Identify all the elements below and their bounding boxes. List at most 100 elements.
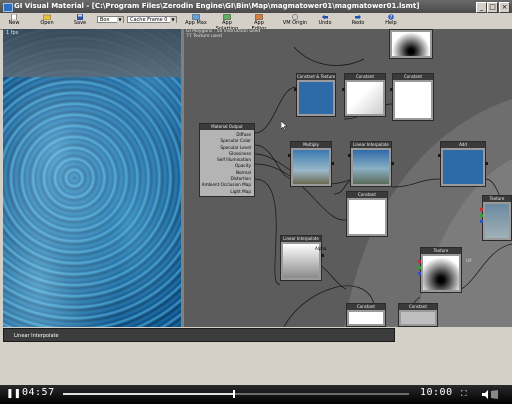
input-port[interactable] [480, 220, 483, 223]
help-label: Help [385, 20, 397, 26]
save-button[interactable]: Save [69, 14, 91, 26]
open-label: Open [40, 20, 54, 26]
fps-readout: 1 fps [6, 30, 19, 36]
node-title: Texture [483, 196, 511, 202]
pause-icon[interactable]: ❚❚ [6, 388, 21, 400]
vm-origin-button[interactable]: VM Origin [282, 14, 308, 26]
white-swatch [349, 312, 383, 324]
input-port[interactable] [288, 154, 291, 157]
blue-swatch [443, 150, 483, 184]
input-port[interactable] [294, 88, 297, 91]
input-port[interactable] [480, 214, 483, 217]
window-title: GI Visual Material - [C:\Program Files\Z… [14, 2, 420, 10]
app-max-button[interactable]: App Max [184, 14, 208, 26]
input-port[interactable] [418, 266, 421, 269]
selected-node-bar: Linear Interpolate [3, 328, 395, 342]
constant-node-5[interactable]: Constant [398, 303, 438, 327]
constant-node-4[interactable]: Constant [346, 303, 386, 327]
selected-node-label: Linear Interpolate [14, 333, 59, 339]
node-title: Constant [393, 74, 433, 80]
vm-origin-label: VM Origin [282, 20, 308, 26]
constant-texture-node[interactable]: Constant & Texture [294, 73, 336, 117]
multiply-node[interactable]: Multiply [288, 141, 334, 187]
node-title: Constant & Texture [297, 74, 335, 80]
shape-select-value: Box [100, 17, 110, 23]
open-button[interactable]: Open [36, 14, 58, 26]
input-ambient-occlusion: Ambient Occlusion Map [201, 182, 251, 188]
add-node[interactable]: Add [438, 141, 488, 187]
node-title: Linear Interpolate [281, 236, 321, 242]
cache-frame-select[interactable]: Cache Frame 0 ▼ [127, 16, 177, 23]
redo-label: Redo [351, 20, 365, 26]
material-graph-canvas[interactable]: GI Polygons : 50 Instruction used 77 Tex… [184, 29, 512, 327]
chevron-down-icon: ▼ [117, 17, 123, 23]
node-title: Constant [399, 304, 437, 310]
constant-node-2[interactable]: Constant [390, 73, 434, 121]
seek-handle[interactable] [233, 390, 236, 398]
blue-swatch [299, 82, 333, 114]
input-light-map: Light Map [230, 188, 251, 194]
texture-node-2[interactable]: Texture [480, 195, 512, 241]
gradient-preview [283, 244, 319, 278]
output-port[interactable] [485, 162, 488, 165]
minimize-button[interactable]: _ [476, 2, 487, 13]
linear-interpolate-node-1[interactable]: Linear Interpolate [348, 141, 394, 187]
undo-button[interactable]: Undo [314, 14, 336, 26]
input-port[interactable] [390, 88, 393, 91]
input-port[interactable] [418, 272, 421, 275]
node-title: Multiply [291, 142, 331, 148]
preview-node-top[interactable] [389, 29, 433, 59]
new-label: New [8, 20, 20, 26]
white-swatch [395, 82, 431, 118]
input-port[interactable] [418, 260, 421, 263]
input-port[interactable] [480, 208, 483, 211]
texture-preview [293, 150, 329, 184]
alpha-port-label: Alpha [315, 246, 327, 251]
linear-interpolate-node-2[interactable]: Linear Interpolate Alpha [280, 235, 326, 281]
texture-preview [485, 204, 509, 238]
redo-button[interactable]: Redo [347, 14, 369, 26]
uv-port-label: UV [466, 258, 472, 263]
node-title: Add [441, 142, 485, 148]
constant-node-1[interactable]: Constant [342, 73, 386, 117]
close-button[interactable]: × [499, 2, 510, 13]
node-title: Material Output [200, 124, 254, 130]
property-panel [0, 342, 512, 385]
new-button[interactable]: New [3, 14, 25, 26]
output-port[interactable] [391, 162, 394, 165]
help-button[interactable]: ? Help [380, 14, 402, 26]
app-icon [3, 3, 13, 12]
3d-viewport[interactable]: 1 fps [3, 29, 181, 327]
fullscreen-icon[interactable]: ⛶ [461, 388, 467, 400]
input-port[interactable] [438, 154, 441, 157]
node-title: Constant [345, 74, 385, 80]
volume-icon[interactable] [482, 390, 498, 399]
texture-node-1[interactable]: Texture UV [418, 247, 472, 293]
preview-swatch [392, 32, 430, 56]
toolbar: New Open Save Box ▼ Cache Frame 0 ▼ App … [0, 13, 512, 32]
node-title: Constant [347, 192, 387, 198]
graph-stats-line2: 77 Texture used [186, 34, 222, 39]
seek-bar[interactable] [63, 390, 409, 398]
output-port[interactable] [331, 162, 334, 165]
app-window: GI Visual Material - [C:\Program Files\Z… [0, 0, 512, 385]
input-port[interactable] [348, 154, 351, 157]
title-bar: GI Visual Material - [C:\Program Files\Z… [0, 0, 512, 13]
undo-label: Undo [318, 20, 332, 26]
seek-bar-progress [63, 393, 235, 395]
save-label: Save [73, 20, 87, 26]
node-title: Texture [421, 248, 461, 254]
white-swatch [347, 82, 383, 114]
graph-stats: GI Polygons : 50 Instruction used 77 Tex… [186, 29, 260, 39]
viewport-grid-floor [3, 29, 181, 77]
output-port[interactable] [321, 254, 324, 257]
constant-node-3[interactable]: Constant [346, 191, 388, 237]
app-max-label: App Max [185, 20, 207, 26]
cache-frame-value: Cache Frame 0 [130, 17, 168, 23]
material-output-node[interactable]: Material Output Diffuse Specular Color S… [199, 123, 255, 197]
input-port[interactable] [342, 88, 345, 91]
shape-select[interactable]: Box ▼ [97, 16, 124, 23]
total-time: 10:00 [420, 387, 453, 398]
texture-preview [353, 150, 389, 184]
maximize-button[interactable]: □ [487, 2, 498, 13]
